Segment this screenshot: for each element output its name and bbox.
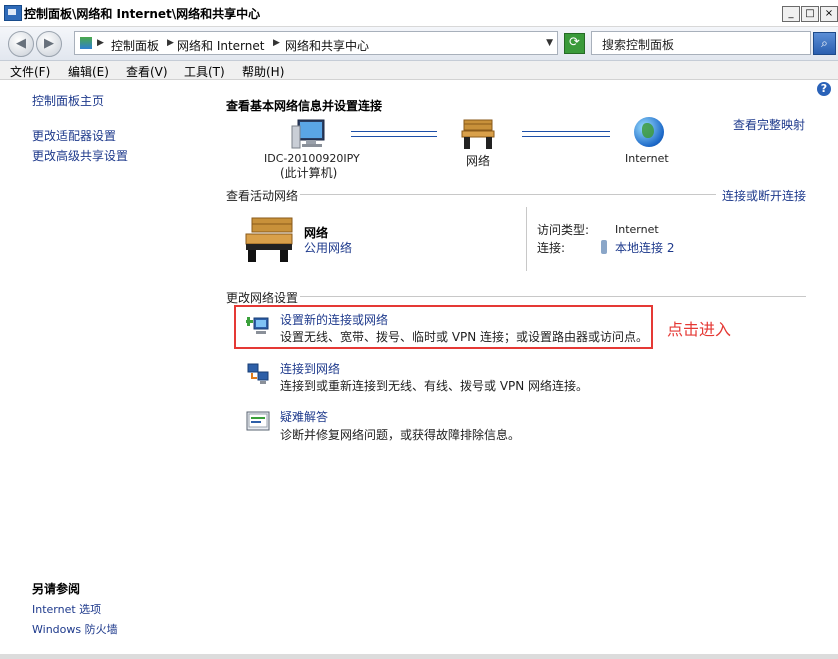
connect-disconnect-link[interactable]: 连接或断开连接 (722, 187, 806, 204)
access-type-label: 访问类型: (537, 223, 590, 237)
bench-network-icon (461, 119, 495, 149)
computer-sub-label: (此计算机) (280, 166, 338, 180)
map-link-line (351, 131, 437, 137)
close-button[interactable]: × (820, 6, 838, 22)
annotation-text: 点击进入 (667, 320, 732, 339)
internet-label: Internet (625, 152, 669, 165)
breadcrumb-control-panel[interactable]: 控制面板 (111, 37, 159, 54)
connect-network-icon (247, 363, 269, 384)
control-panel-icon (80, 37, 92, 49)
menu-tools[interactable]: 工具(T) (184, 63, 225, 80)
see-also-title: 另请参阅 (32, 582, 81, 596)
search-input[interactable]: 搜索控制面板 (591, 31, 811, 55)
local-connection-link[interactable]: 本地连接 2 (615, 239, 674, 256)
connection-label: 连接: (537, 241, 566, 255)
refresh-icon[interactable]: ⟳ (564, 33, 585, 54)
breadcrumb-sharing-center[interactable]: 网络和共享中心 (285, 37, 369, 54)
search-icon[interactable]: ⌕ (813, 32, 836, 55)
maximize-button[interactable]: □ (801, 6, 819, 22)
menu-bar: 文件(F) 编辑(E) 查看(V) 工具(T) 帮助(H) (0, 61, 838, 80)
back-arrow-icon[interactable]: ◀ (8, 31, 34, 57)
minimize-button[interactable]: _ (782, 6, 800, 22)
change-settings-title: 更改网络设置 (226, 291, 299, 305)
see-also-windows-firewall[interactable]: Windows 防火墙 (32, 621, 118, 637)
troubleshoot-icon (246, 411, 270, 431)
access-type-value: Internet (615, 223, 659, 236)
map-link-line (522, 131, 610, 137)
annotation-highlight-box (234, 305, 653, 349)
globe-icon (634, 117, 664, 147)
network-label: 网络 (466, 154, 491, 168)
page-title: 查看基本网络信息并设置连接 (226, 99, 383, 113)
chevron-right-icon[interactable]: ▶ (97, 38, 104, 48)
active-networks-title: 查看活动网络 (226, 189, 299, 203)
divider (300, 194, 716, 195)
task-troubleshoot-link[interactable]: 疑难解答 (280, 408, 328, 425)
window-title: 控制面板\网络和 Internet\网络和共享中心 (24, 7, 261, 21)
menu-help[interactable]: 帮助(H) (242, 63, 284, 80)
menu-view[interactable]: 查看(V) (126, 63, 168, 80)
task-troubleshoot-desc: 诊断并修复网络问题，或获得故障排除信息。 (280, 428, 521, 442)
task-connect-network-desc: 连接到或重新连接到无线、有线、拨号或 VPN 网络连接。 (280, 379, 589, 393)
title-bar: 控制面板\网络和 Internet\网络和共享中心 _ □ × (0, 0, 838, 27)
connection-icon (601, 240, 607, 254)
chevron-right-icon[interactable]: ▶ (167, 38, 174, 48)
network-type-link[interactable]: 公用网络 (304, 239, 352, 256)
sidebar-link-adapter-settings[interactable]: 更改适配器设置 (32, 127, 116, 144)
sidebar-link-advanced-sharing[interactable]: 更改高级共享设置 (32, 147, 128, 164)
address-box[interactable]: ▶ 控制面板 ▶ 网络和 Internet ▶ 网络和共享中心 ▼ (74, 31, 558, 55)
sidebar-link-control-panel-home[interactable]: 控制面板主页 (32, 92, 104, 109)
chevron-right-icon[interactable]: ▶ (273, 38, 280, 48)
menu-edit[interactable]: 编辑(E) (68, 63, 109, 80)
computer-icon (291, 119, 325, 149)
divider (526, 207, 527, 271)
bench-network-icon[interactable] (244, 216, 296, 264)
chevron-down-icon[interactable]: ▼ (546, 38, 553, 48)
help-icon[interactable]: ? (817, 82, 831, 96)
breadcrumb-network-internet[interactable]: 网络和 Internet (177, 37, 264, 54)
window-bottom-edge (0, 654, 838, 659)
divider (300, 296, 806, 297)
network-center-icon (4, 5, 22, 21)
task-connect-network-link[interactable]: 连接到网络 (280, 360, 340, 377)
menu-file[interactable]: 文件(F) (10, 63, 50, 80)
see-also-internet-options[interactable]: Internet 选项 (32, 601, 101, 617)
forward-arrow-icon[interactable]: ▶ (36, 31, 62, 57)
full-map-link[interactable]: 查看完整映射 (733, 116, 805, 133)
address-bar: ◀ ▶ ▶ 控制面板 ▶ 网络和 Internet ▶ 网络和共享中心 ▼ ⟳ … (0, 27, 838, 61)
